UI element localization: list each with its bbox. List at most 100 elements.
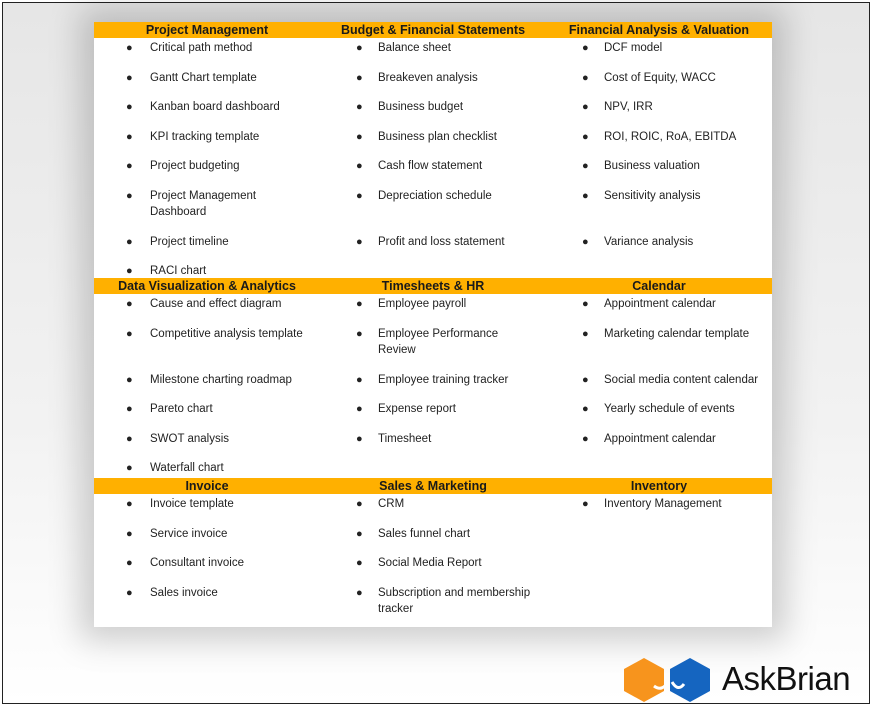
item-label: Service invoice: [150, 527, 228, 540]
item-label: Employee training tracker: [378, 373, 509, 386]
item-label: Consultant invoice: [150, 557, 244, 569]
list-item: ● Kanban board dashboard: [94, 97, 320, 127]
list-item: ● NPV, IRR: [546, 97, 772, 127]
category-section: Project Management Budget & Financial Sta…: [94, 22, 772, 291]
bullet-icon: ●: [356, 101, 363, 113]
bullet-icon: ●: [582, 71, 589, 84]
list-item: ● Project budgeting: [94, 156, 320, 186]
list-item: ● Cash flow statement: [320, 156, 546, 186]
bullet-icon: ●: [582, 373, 589, 386]
category-section: Data Visualization & Analytics Timesheets…: [94, 278, 772, 488]
list-item: ● Invoice template: [94, 494, 320, 524]
item-label: Inventory Management: [604, 498, 722, 510]
item-label: Timesheet: [378, 432, 432, 445]
list-item: ● Breakeven analysis: [320, 68, 546, 98]
bullet-icon: ●: [126, 235, 133, 248]
bullet-icon: ●: [582, 327, 589, 340]
item-label: Project timeline: [150, 235, 229, 248]
category-header: Budget & Financial Statements: [320, 22, 546, 38]
bullet-icon: ●: [582, 189, 589, 202]
askbrian-logo: AskBrian: [622, 656, 862, 704]
bullet-icon: ●: [356, 403, 363, 415]
bullet-icon: ●: [126, 189, 133, 202]
bullet-icon: ●: [356, 498, 363, 510]
bullet-icon: ●: [126, 373, 133, 386]
bullet-icon: ●: [126, 160, 133, 172]
bullet-icon: ●: [582, 432, 589, 445]
item-label: Subscription and membership tracker: [378, 586, 531, 616]
bullet-icon: ●: [356, 373, 363, 386]
item-label: Gantt Chart template: [150, 71, 257, 84]
item-label: Appointment calendar: [604, 298, 716, 310]
bullet-icon: ●: [126, 586, 133, 599]
template-catalog: Project Management Budget & Financial Sta…: [94, 22, 772, 627]
list-item: ● Critical path method: [94, 38, 320, 68]
bullet-icon: ●: [582, 298, 589, 310]
bullet-icon: ●: [582, 130, 589, 143]
category-header: Invoice: [94, 478, 320, 494]
item-label: CRM: [378, 498, 405, 510]
item-label: SWOT analysis: [150, 432, 230, 445]
item-label: Invoice template: [150, 498, 234, 510]
bullet-icon: ●: [356, 557, 363, 569]
category-header: Data Visualization & Analytics: [94, 278, 320, 294]
bullet-icon: ●: [582, 403, 589, 415]
list-item: ● Social media content calendar: [546, 370, 772, 400]
category-header: Project Management: [94, 22, 320, 38]
empty-cell: [546, 553, 772, 583]
list-item: ● Inventory Management: [546, 494, 772, 524]
bullet-icon: ●: [126, 130, 133, 143]
item-label: Marketing calendar template: [604, 327, 750, 340]
bullet-icon: ●: [126, 557, 133, 569]
item-label: Project budgeting: [150, 160, 240, 172]
bullet-icon: ●: [356, 160, 363, 172]
list-item: ● Timesheet: [320, 429, 546, 459]
item-label: Sales invoice: [150, 586, 218, 599]
bullet-icon: ●: [126, 71, 133, 84]
list-item: ● Project Management Dashboard: [94, 186, 320, 232]
item-label: Critical path method: [150, 42, 253, 54]
item-label: KPI tracking template: [150, 130, 260, 143]
list-item: ● Employee Performance Review: [320, 324, 546, 370]
list-item: ● Yearly schedule of events: [546, 399, 772, 429]
bullet-icon: ●: [356, 432, 363, 445]
item-label: Variance analysis: [604, 235, 694, 248]
item-label: Employee Performance Review: [378, 327, 499, 357]
list-item: ● Appointment calendar: [546, 294, 772, 324]
list-item: ● ROI, ROIC, RoA, EBITDA: [546, 127, 772, 157]
item-label: NPV, IRR: [604, 101, 653, 113]
category-header: Sales & Marketing: [320, 478, 546, 494]
item-label: Cause and effect diagram: [150, 298, 282, 310]
empty-cell: [546, 524, 772, 554]
item-label: Milestone charting roadmap: [150, 373, 292, 386]
item-label: Appointment calendar: [604, 432, 716, 445]
bullet-icon: ●: [582, 160, 589, 172]
item-label: Competitive analysis template: [150, 327, 303, 340]
bullet-icon: ●: [126, 403, 133, 415]
list-item: ● Competitive analysis template: [94, 324, 320, 370]
bullet-icon: ●: [126, 298, 133, 310]
bullet-icon: ●: [356, 327, 363, 340]
list-item: ● Project timeline: [94, 232, 320, 262]
bullet-icon: ●: [356, 298, 363, 310]
item-label: Breakeven analysis: [378, 71, 478, 84]
bullet-icon: ●: [126, 462, 133, 474]
item-label: Social Media Report: [378, 557, 482, 569]
list-item: ● Balance sheet: [320, 38, 546, 68]
item-label: Pareto chart: [150, 403, 213, 415]
item-label: Sales funnel chart: [378, 527, 471, 540]
item-label: Expense report: [378, 403, 456, 415]
list-item: ● Cost of Equity, WACC: [546, 68, 772, 98]
bullet-icon: ●: [582, 101, 589, 113]
list-item: ● Service invoice: [94, 524, 320, 554]
category-header: Calendar: [546, 278, 772, 294]
logo-text: AskBrian: [722, 660, 851, 697]
item-label: Business valuation: [604, 160, 700, 172]
bullet-icon: ●: [356, 130, 363, 143]
list-item: ● Sales funnel chart: [320, 524, 546, 554]
bullet-icon: ●: [126, 101, 133, 113]
bullet-icon: ●: [582, 235, 589, 248]
item-label: Depreciation schedule: [378, 189, 492, 202]
item-label: Cost of Equity, WACC: [604, 71, 716, 84]
list-item: ● Appointment calendar: [546, 429, 772, 459]
